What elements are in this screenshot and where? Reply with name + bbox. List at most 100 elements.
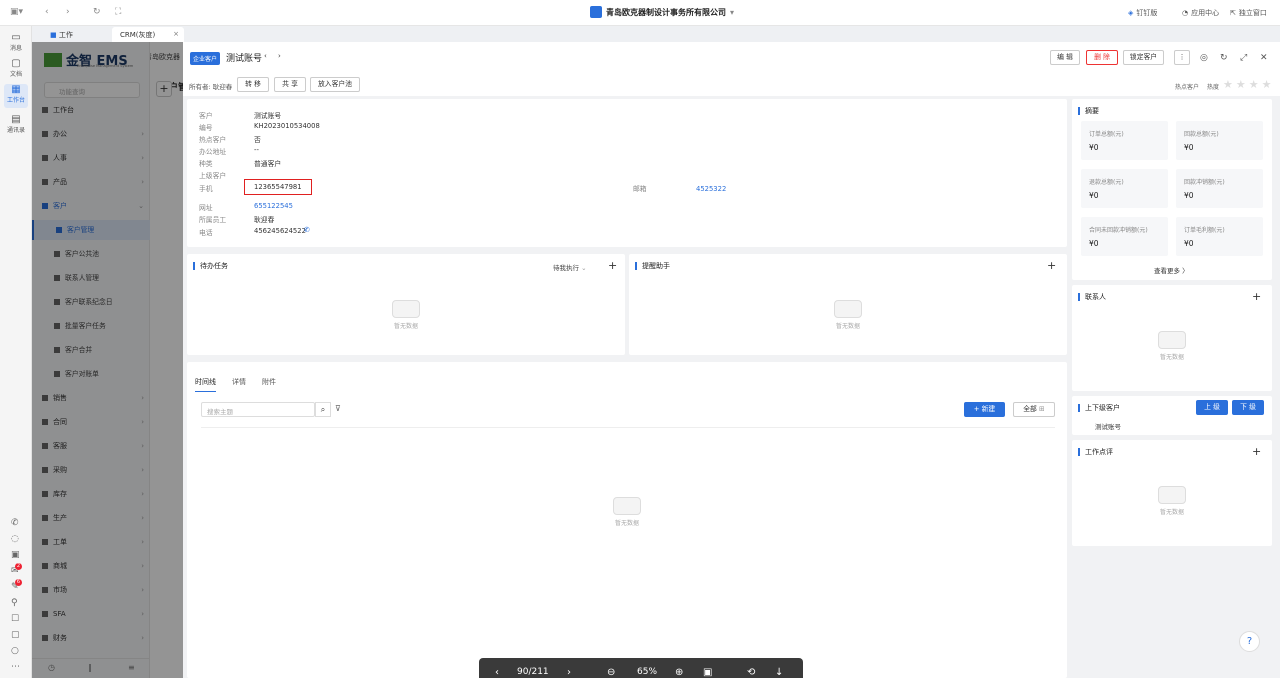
delete-button[interactable]: 删 除 — [1086, 50, 1118, 65]
add-review-icon[interactable]: + — [1252, 445, 1261, 458]
parent-child-item[interactable]: 测试账号 — [1095, 421, 1121, 431]
tab-crm[interactable]: CRM(灰度) × — [112, 27, 184, 42]
prev-record-icon[interactable]: ‹ — [264, 52, 267, 60]
more-actions-button[interactable]: ⋮ — [1174, 50, 1190, 65]
view-more-link[interactable]: 查看更多 〉 — [1154, 265, 1189, 275]
stat-label: 合同未回款冲销额(元) — [1089, 227, 1148, 234]
tab-attachments[interactable]: 附件 — [262, 377, 276, 387]
back-icon[interactable]: ‹ — [45, 7, 49, 17]
rail-contacts[interactable]: ▤ 通讯录 — [4, 114, 28, 134]
pdf-toolbar: ‹ 90/211 › ⊖ 65% ⊕ ▣ ⟲ ↓ — [479, 658, 803, 678]
expand-icon[interactable]: ⤢ — [1240, 53, 1247, 63]
fullscreen-icon[interactable]: ⛶ — [115, 7, 121, 17]
stat-label: 回款冲销额(元) — [1184, 179, 1225, 186]
forward-icon[interactable]: › — [66, 7, 70, 17]
rotate-icon[interactable]: ⟲ — [747, 667, 755, 678]
filter-icon[interactable]: ⚲ — [11, 598, 18, 608]
all-label: 全部 — [1023, 405, 1037, 413]
popout-button[interactable]: ⇱ 独立窗口 — [1230, 8, 1267, 18]
field-label-mobile: 手机 — [199, 185, 213, 193]
target-icon[interactable]: ◎ — [1200, 53, 1208, 63]
filter-icon[interactable]: ⊽ — [335, 404, 341, 413]
popout-label: 独立窗口 — [1238, 9, 1267, 17]
tab-work-label: 工作 — [58, 31, 73, 39]
reminder-empty: 暂无数据 — [818, 300, 878, 330]
share-button[interactable]: 共 享 — [274, 77, 306, 92]
app-title[interactable]: 青岛欧克器制设计事务所有限公司 ▾ — [590, 6, 734, 18]
field-label-hot: 热点客户 — [199, 136, 227, 144]
app-center-label: 应用中心 — [1191, 9, 1220, 17]
field-value-email[interactable]: 4525322 — [696, 185, 726, 193]
stat-payment-total: 回款总额(元) ¥0 — [1176, 121, 1263, 160]
next-record-icon[interactable]: › — [278, 52, 281, 60]
stat-value: ¥0 — [1184, 143, 1194, 152]
summary-card: 摘要 订单总额(元) ¥0 回款总额(元) ¥0 退款总额(元) ¥0 回款冲销额(元… — [1072, 99, 1272, 280]
zoom-out-icon[interactable]: ⊖ — [607, 667, 615, 678]
refresh-icon[interactable]: ↻ — [93, 7, 101, 17]
new-timeline-button[interactable]: + 新建 — [964, 402, 1005, 417]
rail-message-label: 消息 — [9, 45, 22, 52]
help-icon[interactable]: ○ — [11, 646, 19, 656]
grid-icon: ⊞ — [1039, 405, 1045, 413]
timeline-search-input[interactable]: 搜索主题 — [201, 402, 315, 417]
stat-writeoff-total: 回款冲销额(元) ¥0 — [1176, 169, 1263, 208]
add-reminder-icon[interactable]: + — [1047, 259, 1056, 272]
hot-customer-label: 热点客户 — [1175, 84, 1200, 91]
close-icon[interactable]: ✕ — [1260, 53, 1268, 63]
review-empty: 暂无数据 — [1142, 486, 1202, 516]
add-contact-icon[interactable]: + — [1252, 290, 1261, 303]
tab-details[interactable]: 详情 — [232, 377, 246, 387]
calendar-icon[interactable]: ▣ — [11, 550, 20, 560]
heat-stars[interactable]: ★★★★ — [1223, 78, 1274, 91]
prev-page-icon[interactable]: ‹ — [495, 667, 499, 678]
shield-icon[interactable]: ◌ — [11, 534, 19, 544]
all-filter-button[interactable]: 全部 ⊞ — [1013, 402, 1055, 417]
tab-strip: ■ 工作 CRM(灰度) × — [32, 26, 1280, 42]
stat-value: ¥0 — [1184, 191, 1194, 200]
message-icon: ▭ — [11, 32, 21, 43]
child-button[interactable]: 下 级 — [1232, 400, 1264, 415]
stat-order-total: 订单总额(元) ¥0 — [1081, 121, 1168, 160]
workbench-icon: ▦ — [11, 84, 21, 95]
add-todo-icon[interactable]: + — [608, 259, 617, 272]
stat-value: ¥0 — [1184, 239, 1194, 248]
rail-docs[interactable]: ▢ 文档 — [4, 58, 28, 78]
rail-workbench[interactable]: ▦ 工作台 — [4, 84, 28, 108]
empty-text: 暂无数据 — [393, 323, 418, 330]
app-center-button[interactable]: ◔ 应用中心 — [1182, 8, 1219, 18]
page-indicator: 90/211 — [517, 667, 549, 677]
transfer-button[interactable]: 转 移 — [237, 77, 269, 92]
inbox-icon[interactable]: ☐ — [11, 614, 19, 624]
next-page-icon[interactable]: › — [567, 667, 571, 678]
rail-message[interactable]: ▭ 消息 — [4, 32, 28, 52]
dingtalk-button[interactable]: ◈ 钉钉版 — [1128, 8, 1157, 18]
rail-workbench-label: 工作台 — [6, 97, 25, 104]
call-icon[interactable]: ✆ — [304, 226, 310, 234]
zoom-in-icon[interactable]: ⊕ — [675, 667, 683, 678]
fit-page-icon[interactable]: ▣ — [703, 667, 712, 678]
more-icon[interactable]: ⋯ — [11, 662, 20, 672]
tab-work[interactable]: ■ 工作 — [42, 27, 81, 42]
empty-box-icon — [613, 497, 641, 515]
todo-filter[interactable]: 待我执行 ⌄ — [553, 262, 587, 272]
field-value-website[interactable]: 655122545 — [254, 202, 293, 210]
search-icon[interactable]: ⌕ — [315, 402, 331, 417]
refresh-icon[interactable]: ↻ — [1220, 53, 1228, 63]
stat-value: ¥0 — [1089, 239, 1099, 248]
field-label-parent: 上级客户 — [199, 172, 227, 180]
avatar[interactable]: ▣▾ — [10, 7, 23, 17]
close-icon[interactable]: × — [173, 30, 179, 38]
todo-filter-label: 待我执行 — [553, 264, 579, 272]
tab-timeline[interactable]: 时间线 — [195, 377, 216, 392]
help-button[interactable]: ? — [1239, 631, 1260, 652]
reminder-title: 提醒助手 — [635, 262, 670, 270]
put-into-pool-button[interactable]: 放入客户池 — [310, 77, 360, 92]
edit-button[interactable]: 编 辑 — [1050, 50, 1080, 65]
phone-icon[interactable]: ✆ — [11, 518, 19, 528]
timeline-card: 时间线 详情 附件 搜索主题 ⌕ ⊽ + 新建 全部 ⊞ 暂无数据 — [187, 362, 1067, 678]
parent-button[interactable]: 上 级 — [1196, 400, 1228, 415]
note-icon[interactable]: ▢ — [11, 630, 20, 640]
stat-label: 订单毛利额(元) — [1184, 227, 1225, 234]
download-icon[interactable]: ↓ — [775, 667, 783, 678]
lock-customer-button[interactable]: 锁定客户 — [1123, 50, 1164, 65]
